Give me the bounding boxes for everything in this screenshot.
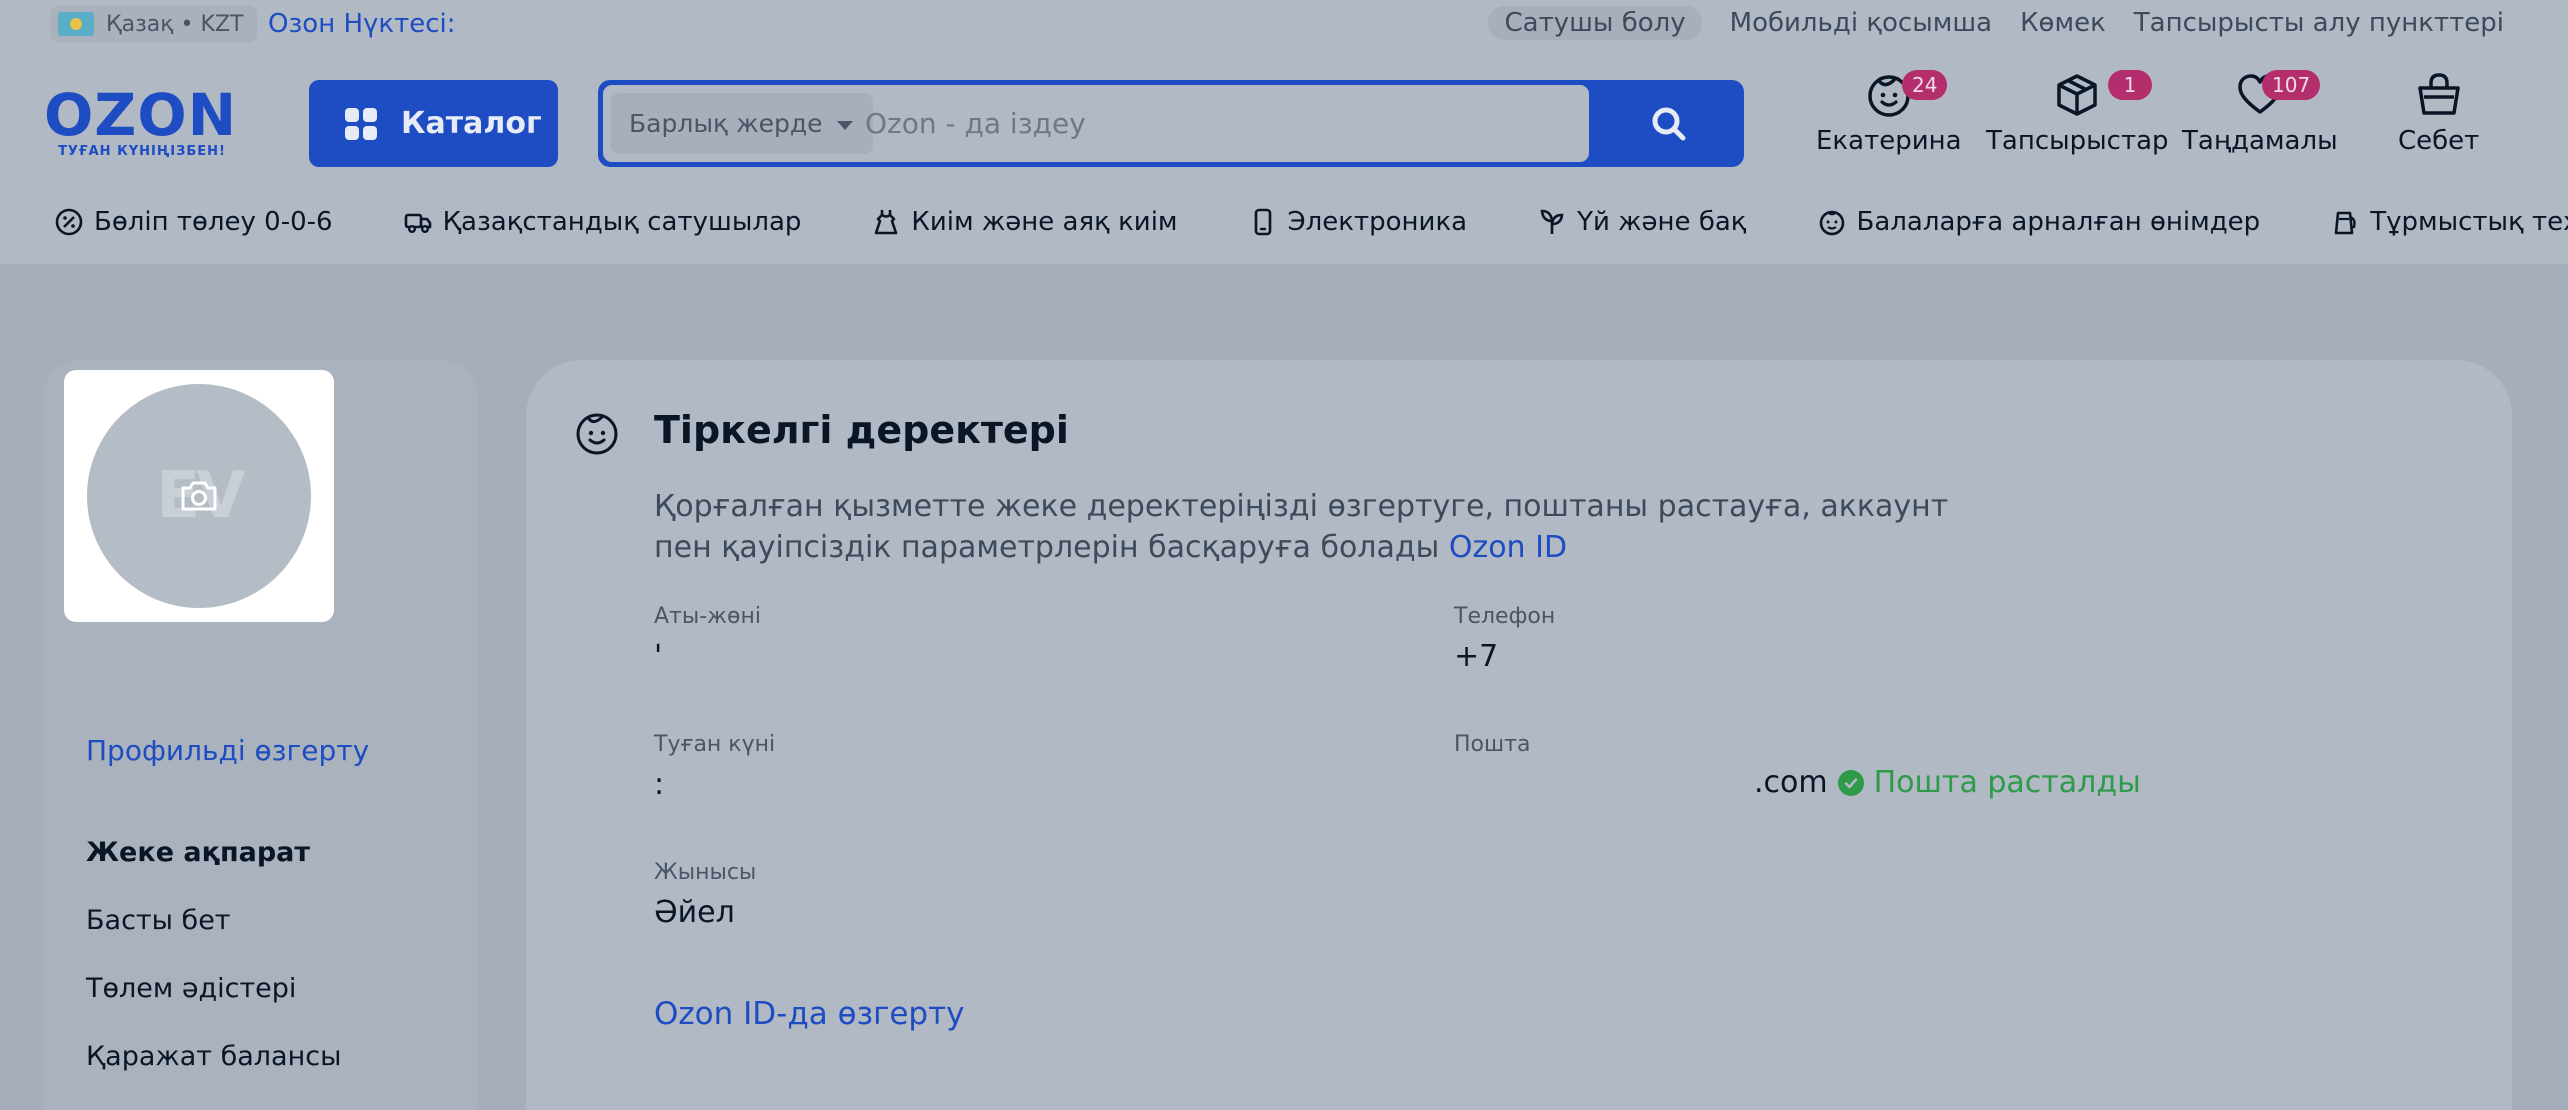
- phone-field: Телефон +7: [1454, 604, 1555, 674]
- category-label: Қазақстандық сатушылар: [442, 207, 802, 237]
- favorites-button[interactable]: Таңдамалы 107: [2182, 70, 2338, 156]
- become-seller-link[interactable]: Сатушы болу: [1488, 6, 1702, 40]
- category-clothing[interactable]: Киім және аяқ киім: [871, 207, 1178, 237]
- camera-icon: [181, 481, 217, 511]
- catalog-label: Каталог: [401, 106, 542, 141]
- edit-profile-link[interactable]: Профильді өзгерту: [86, 734, 369, 767]
- account-face-icon: [576, 413, 618, 455]
- favorites-badge: 107: [2262, 70, 2321, 100]
- profile-label: Екатерина: [1816, 126, 1962, 156]
- gender-field: Жынысы Әйел: [654, 860, 756, 930]
- header: OZON ТУҒАН КҮНІҢІЗБЕН! Каталог Барлық же…: [0, 50, 2568, 180]
- sidebar-menu: Жеке ақпарат Басты бет Төлем әдістері Қа…: [86, 836, 341, 1108]
- cart-icon: [2417, 73, 2460, 115]
- profile-badge: 24: [1902, 70, 1948, 100]
- category-kazakh-sellers[interactable]: Қазақстандық сатушылар: [403, 207, 802, 237]
- avatar[interactable]: ЕV: [87, 384, 311, 608]
- email-field: Пошта: [1454, 732, 1530, 757]
- birthday-label: Туған күні: [654, 732, 776, 757]
- orders-label: Тапсырыстар: [1986, 126, 2169, 156]
- sidebar-item-home[interactable]: Басты бет: [86, 904, 341, 972]
- cart-button[interactable]: Себет: [2398, 70, 2479, 156]
- category-label: Тұрмыстық техника: [2370, 207, 2568, 237]
- category-label: Балаларға арналған өнімдер: [1856, 207, 2261, 237]
- ozon-point-link[interactable]: Озон Нүктесі:: [268, 6, 456, 42]
- pickup-points-link[interactable]: Тапсырысты алу пункттері: [2134, 8, 2504, 38]
- phone-value: +7: [1454, 639, 1499, 674]
- orders-badge: 1: [2108, 70, 2152, 100]
- favorites-label: Таңдамалы: [2182, 126, 2338, 156]
- category-electronics[interactable]: Электроника: [1248, 207, 1468, 237]
- account-data-card: Тіркелгі деректері Қорғалған қызметте же…: [526, 360, 2512, 1110]
- logo-wordmark: OZON: [44, 81, 238, 149]
- sidebar-item-balance[interactable]: Қаражат балансы: [86, 1040, 341, 1108]
- description-text: Қорғалған қызметте жеке деректеріңізді ө…: [654, 489, 1949, 565]
- search-icon: [1652, 107, 1686, 140]
- category-label: Үй және бақ: [1577, 207, 1747, 237]
- email-label: Пошта: [1454, 732, 1531, 757]
- catalog-button[interactable]: Каталог: [309, 80, 558, 167]
- email-verified-label: Пошта расталды: [1873, 765, 2141, 800]
- phone-label: Телефон: [1454, 604, 1556, 629]
- ozon-logo[interactable]: OZON ТУҒАН КҮНІҢІЗБЕН!: [44, 81, 240, 159]
- truck-icon: [404, 213, 431, 234]
- baby-face-icon: [1819, 210, 1844, 236]
- percent-icon: [55, 208, 83, 236]
- fullname-label: Аты-жөні: [654, 604, 761, 629]
- kazakhstan-flag-icon: [58, 12, 94, 36]
- box-icon: [2057, 74, 2098, 116]
- category-bar: Бөліп төлеу 0-0-6 Қазақстандық сатушылар…: [0, 180, 2568, 264]
- chevron-down-icon: [836, 121, 853, 130]
- page-title: Тіркелгі деректері: [654, 408, 1069, 452]
- sidebar-item-payment-methods[interactable]: Төлем әдістері: [86, 972, 341, 1040]
- category-installments[interactable]: Бөліп төлеу 0-0-6: [54, 207, 333, 237]
- logo-tagline: ТУҒАН КҮНІҢІЗБЕН!: [58, 144, 226, 159]
- edit-in-ozon-id-link[interactable]: Ozon ID-да өзгерту: [654, 996, 965, 1032]
- smartphone-icon: [1254, 208, 1271, 236]
- category-home-garden[interactable]: Үй және бақ: [1537, 207, 1747, 237]
- profile-sidebar: ЕV Профильді өзгерту Жеке ақпарат Басты …: [44, 360, 478, 1110]
- check-circle-icon: [1837, 769, 1864, 796]
- search-scope-dropdown[interactable]: Барлық жерде: [611, 93, 873, 154]
- search-input[interactable]: [865, 97, 1565, 150]
- account-description: Қорғалған қызметте жеке деректеріңізді ө…: [654, 486, 1954, 568]
- category-label: Бөліп төлеу 0-0-6: [94, 207, 333, 237]
- cart-label: Себет: [2398, 126, 2480, 156]
- orders-button[interactable]: Тапсырыстар 1: [1986, 70, 2169, 156]
- mobile-app-link[interactable]: Мобильді қосымша: [1730, 8, 1992, 38]
- avatar-card: ЕV: [64, 370, 334, 622]
- top-strip: Қазақ • KZT Озон Нүктесі: Сатушы болу Мо…: [0, 0, 2568, 50]
- sprout-icon: [1540, 209, 1564, 234]
- search-scope-label: Барлық жерде: [629, 109, 823, 138]
- top-links: Сатушы болу Мобильді қосымша Көмек Тапсы…: [1488, 6, 2504, 40]
- email-verified-status: Пошта расталды: [1837, 765, 2141, 800]
- birthday-value: :: [654, 767, 665, 802]
- fullname-value: ': [654, 639, 663, 674]
- sidebar-item-personal-info[interactable]: Жеке ақпарат: [86, 836, 341, 904]
- help-link[interactable]: Көмек: [2020, 8, 2106, 38]
- gender-value: Әйел: [654, 895, 735, 930]
- search-button[interactable]: [1594, 80, 1744, 167]
- email-value: .com: [1754, 765, 1828, 800]
- email-row: .com Пошта расталды: [1754, 765, 2141, 800]
- language-currency-label: Қазақ • KZT: [106, 11, 244, 37]
- fullname-field: Аты-жөні ': [654, 604, 761, 674]
- language-currency-selector[interactable]: Қазақ • KZT: [50, 6, 258, 42]
- grid-icon: [345, 107, 377, 140]
- search-bar: Барлық жерде: [598, 80, 1744, 167]
- gender-label: Жынысы: [654, 860, 757, 885]
- profile-button[interactable]: Екатерина 24: [1816, 70, 1962, 156]
- category-label: Электроника: [1287, 207, 1468, 237]
- birthday-field: Туған күні :: [654, 732, 775, 802]
- category-kids[interactable]: Балаларға арналған өнімдер: [1817, 207, 2261, 237]
- kettle-icon: [2334, 211, 2356, 235]
- category-label: Киім және аяқ киім: [911, 207, 1178, 237]
- category-appliances[interactable]: Тұрмыстық техника: [2330, 207, 2568, 237]
- dress-icon: [875, 210, 898, 235]
- ozon-id-link[interactable]: Ozon ID: [1449, 530, 1567, 565]
- search-field-container: Барлық жерде: [603, 85, 1589, 162]
